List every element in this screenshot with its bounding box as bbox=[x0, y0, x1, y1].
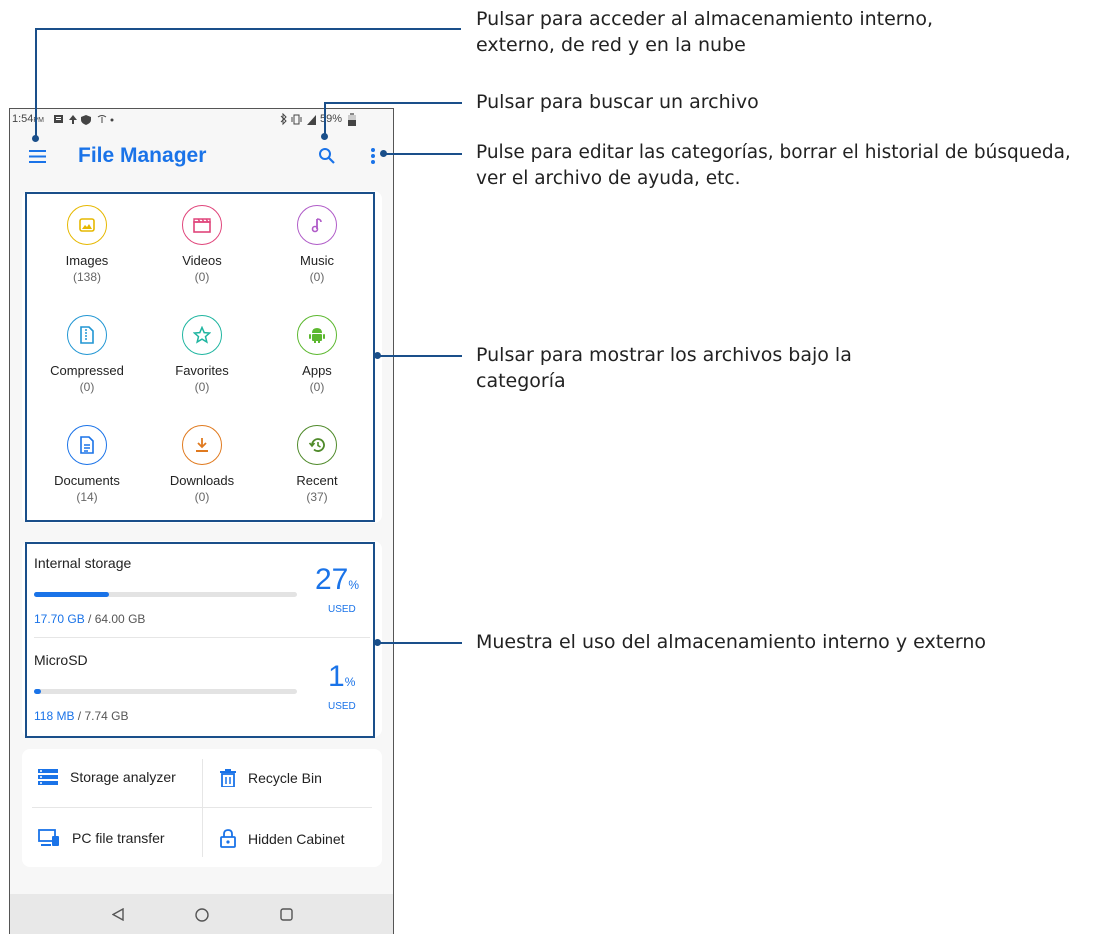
tool-label: Storage analyzer bbox=[70, 769, 176, 785]
callout-text: categoría bbox=[476, 370, 566, 392]
storage-analyzer-icon bbox=[38, 769, 58, 785]
callout-search: Pulsar para buscar un archivo bbox=[476, 89, 759, 115]
callout-text: Muestra el uso del almacenamiento intern… bbox=[476, 631, 986, 653]
trash-icon bbox=[220, 769, 236, 787]
callout-line bbox=[324, 102, 326, 136]
status-bar: 1:54PM 59% bbox=[10, 109, 393, 131]
battery-icon bbox=[348, 113, 356, 126]
home-icon[interactable] bbox=[195, 908, 209, 922]
navigation-bar bbox=[10, 894, 393, 934]
callout-text: Pulsar para mostrar los archivos bajo la bbox=[476, 344, 852, 366]
callout-text: Pulsar para buscar un archivo bbox=[476, 91, 759, 113]
app-title: File Manager bbox=[78, 144, 207, 167]
more-options-icon[interactable] bbox=[370, 147, 376, 165]
tools-card: Storage analyzer Recycle Bin PC file tra… bbox=[22, 749, 382, 867]
notification-icons bbox=[54, 115, 114, 125]
search-icon[interactable] bbox=[318, 147, 336, 165]
lock-icon bbox=[220, 829, 236, 848]
callout-dot bbox=[32, 135, 39, 142]
status-time: 1:54PM bbox=[12, 113, 44, 125]
callout-line bbox=[385, 153, 462, 155]
back-icon[interactable] bbox=[112, 908, 124, 921]
callout-line bbox=[35, 28, 37, 138]
pc-transfer-icon bbox=[38, 829, 59, 846]
callout-text: Pulsar para acceder al almacenamiento in… bbox=[476, 8, 933, 30]
divider bbox=[202, 759, 203, 857]
category-highlight-box bbox=[25, 192, 375, 522]
callout-dot bbox=[321, 133, 328, 140]
callout-text: ver el archivo de ayuda, etc. bbox=[476, 168, 741, 189]
callout-dot bbox=[374, 352, 381, 359]
tool-label: PC file transfer bbox=[72, 830, 165, 846]
callout-text: Pulse para editar las categorías, borrar… bbox=[476, 142, 1071, 163]
callout-drawer: Pulsar para acceder al almacenamiento in… bbox=[476, 6, 933, 58]
app-bar: File Manager bbox=[10, 131, 393, 181]
callout-dot bbox=[374, 639, 381, 646]
callout-storage: Muestra el uso del almacenamiento intern… bbox=[476, 629, 986, 655]
divider bbox=[32, 807, 372, 808]
hidden-cabinet-button[interactable]: Hidden Cabinet bbox=[220, 829, 345, 848]
callout-text: externo, de red y en la nube bbox=[476, 34, 746, 56]
pc-file-transfer-button[interactable]: PC file transfer bbox=[38, 829, 165, 847]
callout-line bbox=[35, 28, 461, 30]
callout-dot bbox=[380, 150, 387, 157]
hamburger-menu-icon[interactable] bbox=[29, 150, 46, 163]
callout-categories: Pulsar para mostrar los archivos bajo la… bbox=[476, 342, 852, 394]
storage-analyzer-button[interactable]: Storage analyzer bbox=[38, 769, 176, 785]
recycle-bin-button[interactable]: Recycle Bin bbox=[220, 769, 322, 787]
callout-line bbox=[378, 355, 462, 357]
storage-highlight-box bbox=[25, 542, 375, 738]
callout-menu: Pulse para editar las categorías, borrar… bbox=[476, 140, 1071, 192]
recents-icon[interactable] bbox=[280, 908, 293, 921]
callout-line bbox=[324, 102, 462, 104]
tool-label: Hidden Cabinet bbox=[248, 830, 345, 847]
callout-line bbox=[378, 642, 462, 644]
tool-label: Recycle Bin bbox=[248, 770, 322, 786]
